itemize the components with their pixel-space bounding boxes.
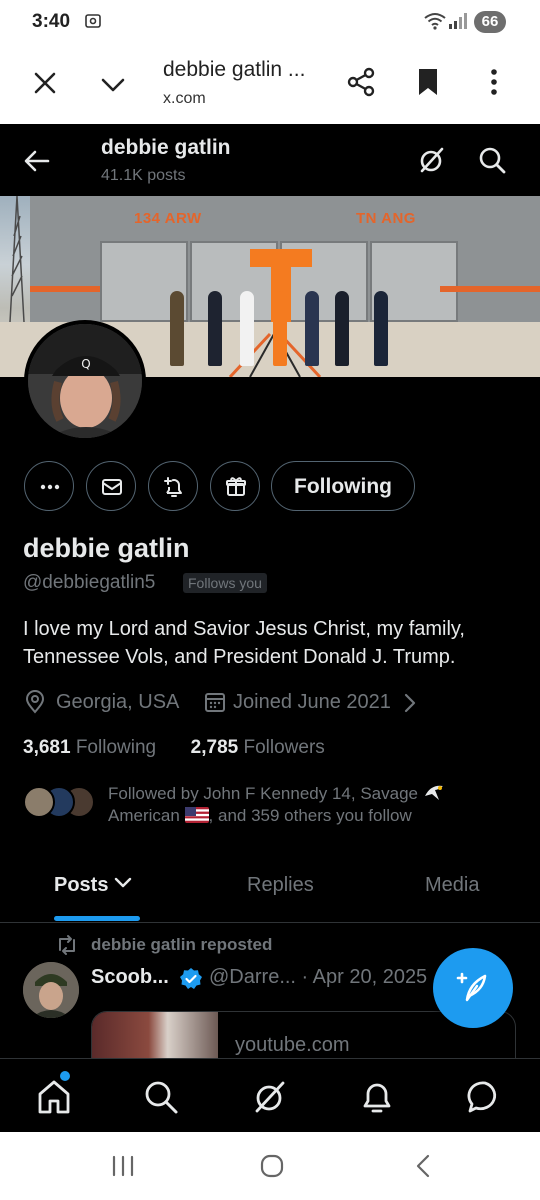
profile-avatar[interactable]: Q	[24, 320, 146, 442]
tab-media[interactable]: Media	[425, 874, 479, 897]
profile-bio: I love my Lord and Savior Jesus Christ, …	[23, 618, 465, 668]
football-player-figure	[273, 291, 287, 366]
radio-tower-graphic	[9, 196, 25, 322]
post-author-avatar[interactable]	[23, 962, 79, 1018]
battery-indicator: 66	[474, 11, 506, 33]
airman-figure	[305, 291, 319, 366]
banner-text-left: 134 ARW	[134, 210, 202, 227]
link-domain: youtube.com	[235, 1034, 350, 1056]
notifications-button[interactable]	[148, 461, 198, 511]
search-icon[interactable]	[476, 144, 508, 176]
active-tab-indicator	[54, 916, 140, 921]
system-back-icon[interactable]	[412, 1154, 436, 1178]
header-name: debbie gatlin	[101, 136, 231, 159]
bookmark-icon[interactable]	[414, 66, 442, 98]
mutual-followers-avatars[interactable]	[23, 786, 95, 820]
profile-name: debbie gatlin	[23, 533, 190, 563]
explore-search-icon[interactable]	[142, 1078, 180, 1116]
banner-text-right: TN ANG	[356, 210, 416, 227]
following-button[interactable]: Following	[271, 461, 415, 511]
grok-nav-icon[interactable]	[251, 1078, 289, 1116]
us-flag-icon	[184, 807, 209, 823]
profile-joined-date[interactable]: Joined June 2021	[233, 691, 391, 714]
status-time: 3:40	[32, 11, 71, 32]
wifi-icon	[424, 13, 446, 30]
followed-by-part-1: Followed by John F Kennedy 14, Savage	[108, 784, 418, 803]
page-title: debbie gatlin ...	[163, 58, 306, 81]
more-options-icon[interactable]	[480, 66, 508, 98]
followed-by-part-3: , and 359 others you follow	[208, 806, 412, 825]
grok-icon[interactable]	[416, 144, 448, 176]
notifications-bell-icon[interactable]	[358, 1078, 396, 1116]
avatar	[23, 786, 55, 818]
more-actions-button[interactable]	[24, 461, 74, 511]
feather-plus-icon	[456, 972, 487, 1002]
sailor-figure	[240, 291, 254, 366]
avatar-photo: Q	[28, 324, 142, 438]
svg-text:Q: Q	[81, 357, 90, 371]
envelope-icon	[102, 479, 122, 495]
tab-posts-label: Posts	[54, 874, 109, 896]
following-label: Following	[75, 737, 157, 758]
followers-label: Followers	[243, 737, 325, 758]
screenshot-icon	[85, 14, 101, 28]
bell-plus-icon	[164, 477, 182, 497]
followers-count: 2,785	[190, 737, 239, 758]
verified-badge-icon	[180, 968, 202, 989]
calendar-icon	[205, 693, 225, 712]
profile-tabs: Posts Replies Media	[0, 860, 540, 923]
recent-apps-icon[interactable]	[110, 1154, 136, 1178]
message-button[interactable]	[86, 461, 136, 511]
home-icon[interactable]	[35, 1078, 73, 1116]
page-url[interactable]: x.com	[163, 90, 206, 108]
following-link[interactable]: 3,681 Following	[23, 737, 156, 758]
home-button-icon[interactable]	[259, 1154, 285, 1178]
signal-icon	[449, 13, 467, 29]
chevron-right-icon[interactable]	[401, 692, 419, 714]
browser-toolbar: debbie gatlin ... x.com	[0, 44, 540, 124]
location-pin-icon	[25, 690, 45, 714]
followers-link[interactable]: 2,785 Followers	[191, 737, 325, 758]
tab-posts[interactable]: Posts	[54, 874, 132, 897]
profile-header: debbie gatlin 41.1K posts	[0, 124, 540, 196]
soldier-figure	[170, 291, 184, 366]
chevron-down-icon[interactable]	[98, 70, 128, 100]
tab-replies[interactable]: Replies	[247, 874, 314, 897]
back-arrow-icon[interactable]	[22, 146, 52, 176]
header-post-count: 41.1K posts	[101, 167, 186, 184]
space-force-figure	[335, 291, 349, 366]
follows-you-badge: Follows you	[183, 573, 267, 593]
home-unread-dot	[60, 1071, 70, 1081]
post-author-name[interactable]: Scoob...	[91, 966, 169, 989]
close-icon[interactable]	[30, 68, 60, 98]
share-icon[interactable]	[346, 66, 376, 98]
repost-label[interactable]: debbie gatlin reposted	[91, 935, 272, 955]
compose-post-button[interactable]	[433, 948, 513, 1028]
chevron-down-icon	[114, 877, 132, 888]
messages-icon[interactable]	[466, 1078, 504, 1116]
followed-by-text[interactable]: Followed by John F Kennedy 14, Savage Am…	[108, 782, 488, 827]
ellipsis-icon	[40, 484, 60, 490]
followed-by-part-2: American	[108, 806, 180, 825]
following-count: 3,681	[23, 737, 71, 758]
gift-icon	[226, 477, 246, 496]
marine-figure	[208, 291, 222, 366]
gift-button[interactable]	[210, 461, 260, 511]
profile-location: Georgia, USA	[56, 691, 180, 713]
eagle-icon	[424, 785, 443, 800]
post-meta: @Darre... · Apr 20, 2025	[209, 966, 428, 988]
avatar-photo	[23, 962, 79, 1018]
system-navigation-bar	[0, 1132, 540, 1200]
coast-guard-figure	[374, 291, 388, 366]
repost-icon	[59, 935, 75, 955]
follow-counts: 3,681 Following 2,785 Followers	[23, 737, 325, 759]
status-bar: 3:40 66	[0, 0, 540, 44]
profile-handle: @debbiegatlin5	[23, 572, 156, 593]
bottom-navigation	[0, 1058, 540, 1132]
